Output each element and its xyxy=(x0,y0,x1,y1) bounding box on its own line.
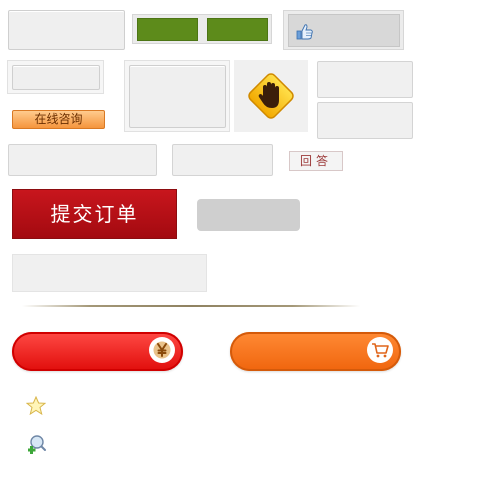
thumbs-up-button[interactable] xyxy=(288,14,400,47)
cart-icon xyxy=(372,343,389,358)
input-frame xyxy=(7,60,104,94)
submit-order-button[interactable]: 提交订单 xyxy=(12,189,177,239)
reply-button[interactable]: 回答 xyxy=(289,151,343,171)
online-consult-button[interactable]: 在线咨询 xyxy=(12,110,105,129)
blank-button-1[interactable] xyxy=(8,10,125,50)
divider xyxy=(22,305,360,307)
green-button-right[interactable] xyxy=(207,18,268,41)
stop-hand-icon xyxy=(248,73,294,119)
orange-cart-button[interactable] xyxy=(230,332,401,371)
thumbs-button-frame xyxy=(283,10,404,50)
square-button[interactable] xyxy=(129,65,226,128)
wide-input-1[interactable] xyxy=(8,144,157,176)
yen-icon-circle xyxy=(149,337,175,363)
cart-icon-circle xyxy=(367,337,393,363)
star-icon[interactable] xyxy=(26,396,46,415)
wide-input-2[interactable] xyxy=(172,144,273,176)
large-blank-input[interactable] xyxy=(12,254,207,292)
yen-icon xyxy=(153,341,171,359)
red-pay-button[interactable] xyxy=(12,332,183,371)
stacked-button-top[interactable] xyxy=(317,61,413,98)
stop-sign-frame xyxy=(234,60,308,132)
blank-input[interactable] xyxy=(12,65,100,90)
thumbs-up-icon xyxy=(296,24,313,40)
stacked-button-bottom[interactable] xyxy=(317,102,413,139)
square-button-frame xyxy=(124,60,230,132)
zoom-add-icon[interactable] xyxy=(28,434,48,454)
green-button-left[interactable] xyxy=(137,18,198,41)
gray-button[interactable] xyxy=(197,199,300,231)
green-button-group xyxy=(132,14,272,44)
